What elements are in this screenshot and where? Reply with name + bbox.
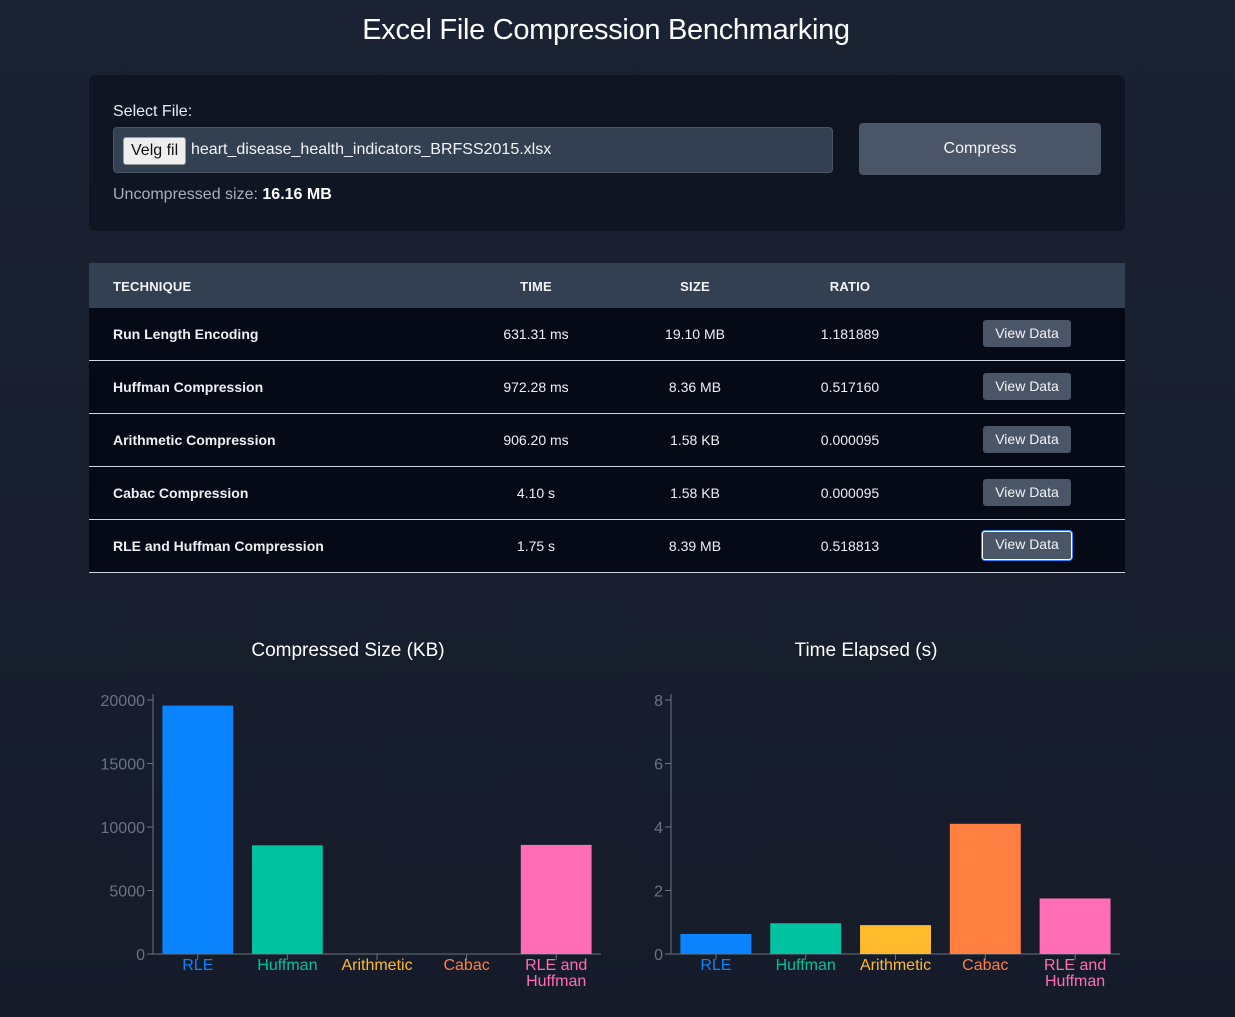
time-cell: 906.20 ms (503, 432, 569, 448)
uncompressed-size-label: Uncompressed size: (113, 186, 258, 203)
x-tick-label: RLE and Huffman (1044, 957, 1106, 990)
y-tick-label: 5000 (109, 884, 145, 901)
uncompressed-size: Uncompressed size: 16.16 MB (113, 186, 332, 204)
bar-rle[interactable] (162, 705, 234, 954)
table-row: Run Length Encoding 631.31 ms 19.10 MB 1… (89, 308, 1125, 361)
time-chart: 0 2 4 6 8 RLE Huffman Arithmetic Cabac RLE and Huf… (654, 693, 1120, 990)
time-cell: 631.31 ms (503, 326, 569, 342)
x-tick-label: Cabac (443, 957, 489, 974)
technique-cell: Arithmetic Compression (113, 432, 276, 448)
header-size: SIZE (680, 279, 710, 294)
choose-file-button[interactable]: Velg fil (123, 137, 187, 165)
technique-cell: Cabac Compression (113, 485, 249, 501)
table-row: RLE and Huffman Compression 1.75 s 8.39 … (89, 520, 1125, 573)
size-chart: 0 5000 10000 15000 20000 RLE Huffman Arithmetic… (101, 693, 601, 990)
ratio-cell: 0.517160 (820, 379, 880, 395)
y-tick-label: 4 (654, 820, 663, 837)
x-tick-label: Huffman (257, 957, 317, 974)
selected-file-name: heart_disease_health_indicators_BRFSS201… (191, 141, 552, 158)
table-header: TECHNIQUE TIME SIZE RATIO (89, 263, 1125, 308)
uncompressed-size-value: 16.16 MB (262, 186, 332, 203)
size-cell: 1.58 KB (670, 485, 720, 501)
bar-rle-and-huffman[interactable] (1039, 898, 1111, 954)
time-cell: 4.10 s (516, 485, 556, 501)
time-chart-title: Time Elapsed (s) (794, 640, 938, 661)
view-data-button[interactable]: View Data (983, 479, 1071, 506)
bar-arithmetic[interactable] (860, 925, 931, 954)
x-tick-label: Arithmetic (860, 957, 931, 974)
bar-huffman[interactable] (770, 923, 842, 954)
size-cell: 8.36 MB (668, 379, 722, 395)
header-time: TIME (520, 279, 552, 294)
y-tick-label: 0 (136, 947, 145, 964)
header-ratio: RATIO (829, 279, 871, 294)
size-cell: 8.39 MB (668, 538, 722, 554)
x-tick-label: RLE (700, 957, 731, 974)
header-technique: TECHNIQUE (113, 279, 192, 294)
table-row: Huffman Compression 972.28 ms 8.36 MB 0.… (89, 361, 1125, 414)
results-table: TECHNIQUE TIME SIZE RATIO Run Length Enc… (89, 263, 1125, 573)
x-tick-label: Arithmetic (341, 957, 412, 974)
bar-cabac[interactable] (949, 823, 1021, 954)
y-tick-label: 10000 (101, 820, 146, 837)
table-row: Arithmetic Compression 906.20 ms 1.58 KB… (89, 414, 1125, 467)
bar-rle-and-huffman[interactable] (520, 844, 592, 954)
file-panel: Select File: Velg fil heart_disease_heal… (89, 75, 1125, 231)
page-title: Excel File Compression Benchmarking (362, 14, 850, 46)
view-data-button[interactable]: View Data (982, 531, 1072, 560)
ratio-cell: 1.181889 (820, 326, 880, 342)
bar-huffman[interactable] (252, 845, 323, 954)
time-cell: 972.28 ms (503, 379, 569, 395)
y-tick-label: 15000 (101, 757, 146, 774)
bar-rle[interactable] (680, 933, 752, 954)
size-chart-title: Compressed Size (KB) (251, 640, 445, 661)
x-tick-label: RLE (182, 957, 213, 974)
time-cell: 1.75 s (516, 538, 556, 554)
view-data-button[interactable]: View Data (983, 373, 1071, 400)
view-data-button[interactable]: View Data (983, 320, 1071, 347)
y-tick-label: 0 (654, 947, 663, 964)
compress-button[interactable]: Compress (859, 123, 1101, 175)
ratio-cell: 0.000095 (820, 432, 880, 448)
ratio-cell: 0.000095 (820, 485, 880, 501)
y-tick-label: 6 (654, 757, 663, 774)
x-tick-label: RLE and Huffman (525, 957, 587, 990)
size-cell: 19.10 MB (665, 326, 725, 342)
technique-cell: Huffman Compression (113, 379, 264, 395)
y-tick-label: 8 (654, 693, 663, 710)
view-data-button[interactable]: View Data (983, 426, 1071, 453)
table-row: Cabac Compression 4.10 s 1.58 KB 0.00009… (89, 467, 1125, 520)
x-tick-label: Huffman (776, 957, 836, 974)
technique-cell: Run Length Encoding (113, 326, 259, 342)
technique-cell: RLE and Huffman Compression (113, 538, 324, 554)
x-tick-label: Cabac (962, 957, 1008, 974)
file-input[interactable]: Velg fil heart_disease_health_indicators… (113, 127, 833, 173)
select-file-label: Select File: (113, 103, 193, 120)
ratio-cell: 0.518813 (820, 538, 880, 554)
size-cell: 1.58 KB (670, 432, 720, 448)
y-tick-label: 20000 (101, 693, 146, 710)
y-tick-label: 2 (654, 884, 663, 901)
